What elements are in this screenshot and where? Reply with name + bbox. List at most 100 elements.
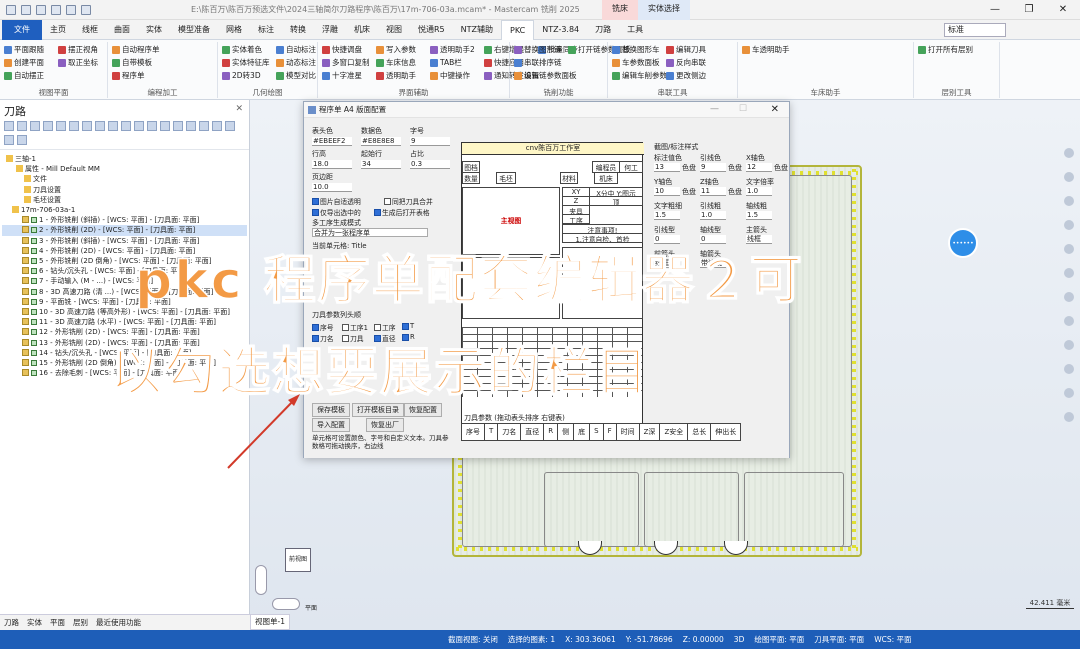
- verify-icon[interactable]: [56, 121, 66, 131]
- lock-icon[interactable]: [134, 121, 144, 131]
- link-icon[interactable]: [4, 135, 14, 145]
- tree-item[interactable]: 17m-706-03a-1: [2, 205, 247, 215]
- checkbox-export-selected[interactable]: 仅导出选中的: [312, 207, 361, 217]
- ribbon-button[interactable]: 替换图形车: [612, 44, 660, 55]
- ribbon-button[interactable]: 编辑链参数面板: [514, 70, 577, 81]
- standard-dropdown[interactable]: 标准: [944, 23, 1006, 37]
- style-field-input[interactable]: 9: [700, 163, 726, 172]
- ribbon-button[interactable]: 十字准星: [322, 70, 362, 81]
- undo-icon[interactable]: [66, 4, 76, 15]
- status-item[interactable]: WCS: 平面: [874, 634, 911, 645]
- ribbon-tab[interactable]: 浮雕: [314, 24, 346, 35]
- tool-header-cell[interactable]: F: [602, 423, 617, 441]
- factory-reset-button[interactable]: 恢复出厂: [366, 418, 404, 432]
- status-item[interactable]: 绘图平面: 平面: [754, 634, 804, 645]
- tool-header-cell[interactable]: 序号: [461, 423, 485, 441]
- ribbon-button[interactable]: 自动摆正: [4, 70, 44, 81]
- rotate-icon[interactable]: [1064, 196, 1074, 206]
- minimize-button[interactable]: —: [978, 0, 1012, 20]
- maximize-button[interactable]: ❐: [1012, 0, 1046, 20]
- dialog-maximize-icon[interactable]: ☐: [739, 104, 747, 114]
- ribbon-tab[interactable]: NTZ辅助: [453, 24, 501, 35]
- ribbon-button[interactable]: 编辑车削参数: [612, 70, 667, 81]
- dialog-close-icon[interactable]: ✕: [771, 104, 779, 115]
- file-tab[interactable]: 文件: [2, 19, 42, 40]
- cell-material[interactable]: 材料: [560, 172, 578, 184]
- tool-header-cell[interactable]: 直径: [520, 423, 545, 441]
- tree-item[interactable]: 文件: [2, 174, 247, 184]
- isometric-icon[interactable]: [1064, 244, 1074, 254]
- redo-icon[interactable]: [81, 4, 91, 15]
- layers-icon[interactable]: [1064, 388, 1074, 398]
- style-field-input[interactable]: 10: [654, 187, 680, 196]
- ribbon-button[interactable]: 平面跟随: [4, 44, 44, 55]
- zoom-fit-icon[interactable]: [1064, 148, 1074, 158]
- ribbon-button[interactable]: 更改侧边: [666, 70, 706, 81]
- status-item[interactable]: 3D: [734, 635, 745, 644]
- shaded-icon[interactable]: [1064, 340, 1074, 350]
- ratio-input[interactable]: 0.3: [410, 160, 450, 169]
- open-template-dir-button[interactable]: 打开模板目录: [352, 403, 404, 417]
- cell-quantity[interactable]: 数量: [462, 172, 480, 184]
- ribbon-button[interactable]: 打开所有层别: [918, 44, 973, 55]
- tab-levels[interactable]: 层别: [73, 617, 88, 628]
- simulate-icon[interactable]: [82, 121, 92, 131]
- ribbon-button[interactable]: 车透明助手: [742, 44, 790, 55]
- style-field-input[interactable]: 1.0: [700, 211, 726, 220]
- new-file-icon[interactable]: [6, 4, 16, 15]
- restore-config-button[interactable]: 恢复配置: [404, 403, 442, 417]
- move-down-icon[interactable]: [173, 121, 183, 131]
- delete-icon[interactable]: [121, 121, 131, 131]
- tree-item[interactable]: 刀具设置: [2, 185, 247, 195]
- ribbon-button[interactable]: 串联排序链: [514, 57, 562, 68]
- ribbon-button[interactable]: 取正坐标: [58, 57, 98, 68]
- ribbon-button[interactable]: 实体着色: [222, 44, 262, 55]
- ribbon-tab[interactable]: PKC: [501, 19, 535, 40]
- tool-header-cell[interactable]: 伸出长: [710, 423, 742, 441]
- tool-header-cell[interactable]: R: [543, 423, 559, 441]
- wireframe-icon[interactable]: [1064, 364, 1074, 374]
- row-height-input[interactable]: 18.0: [312, 160, 352, 169]
- style-field-input[interactable]: 1.5: [654, 211, 680, 220]
- ribbon-tab[interactable]: 实体: [138, 24, 170, 35]
- ribbon-tab[interactable]: 网格: [218, 24, 250, 35]
- tree-item[interactable]: 属性 - Mill Default MM: [2, 164, 247, 174]
- post-icon[interactable]: [95, 121, 105, 131]
- nav-horizontal-slider[interactable]: [272, 598, 300, 610]
- style-field-input[interactable]: 13: [654, 163, 680, 172]
- import-config-button[interactable]: 导入配置: [312, 418, 350, 432]
- ribbon-button[interactable]: 2D转3D: [222, 70, 261, 81]
- ribbon-tab[interactable]: 机床: [346, 24, 378, 35]
- ribbon-tab[interactable]: 模型准备: [170, 24, 218, 35]
- single-op-icon[interactable]: [225, 121, 235, 131]
- tab-toolpaths[interactable]: 刀路: [4, 617, 19, 628]
- filter-icon[interactable]: [17, 135, 27, 145]
- ribbon-button[interactable]: 摆正视角: [58, 44, 98, 55]
- ribbon-button[interactable]: 创建平面: [4, 57, 44, 68]
- tool-header-cell[interactable]: 底: [573, 423, 591, 441]
- zoom-window-icon[interactable]: [1064, 172, 1074, 182]
- checkbox-image-fit[interactable]: 图片自适透明: [312, 196, 361, 206]
- tab-planes[interactable]: 平面: [50, 617, 65, 628]
- cell-programmer-value[interactable]: 何工: [619, 161, 643, 173]
- backplot-icon[interactable]: [69, 121, 79, 131]
- ribbon-button[interactable]: 多窗口复制: [322, 57, 370, 68]
- checkbox-merge-tools[interactable]: 同把刀具合并: [384, 196, 433, 206]
- ribbon-tab[interactable]: NTZ-3.84: [534, 25, 587, 34]
- ribbon-tab[interactable]: 线框: [74, 24, 106, 35]
- sheet-title[interactable]: cnv陈百万工作室: [462, 143, 644, 155]
- style-field-input[interactable]: 11: [700, 187, 726, 196]
- tool-header-cell[interactable]: 时间: [615, 423, 640, 441]
- tool-header-cell[interactable]: Z深: [638, 423, 661, 441]
- start-row-input[interactable]: 34: [361, 160, 401, 169]
- cell-machine[interactable]: 机床: [594, 172, 618, 184]
- open-file-icon[interactable]: [21, 4, 31, 15]
- ribbon-button[interactable]: 动态标注: [276, 57, 316, 68]
- close-button[interactable]: ✕: [1046, 0, 1080, 20]
- tool-header-cell[interactable]: 侧: [557, 423, 575, 441]
- color-picker-button[interactable]: 色盘: [682, 163, 696, 173]
- tool-header-cell[interactable]: S: [589, 423, 604, 441]
- highfeed-icon[interactable]: [108, 121, 118, 131]
- top-view-icon[interactable]: [1064, 268, 1074, 278]
- front-view-icon[interactable]: [1064, 292, 1074, 302]
